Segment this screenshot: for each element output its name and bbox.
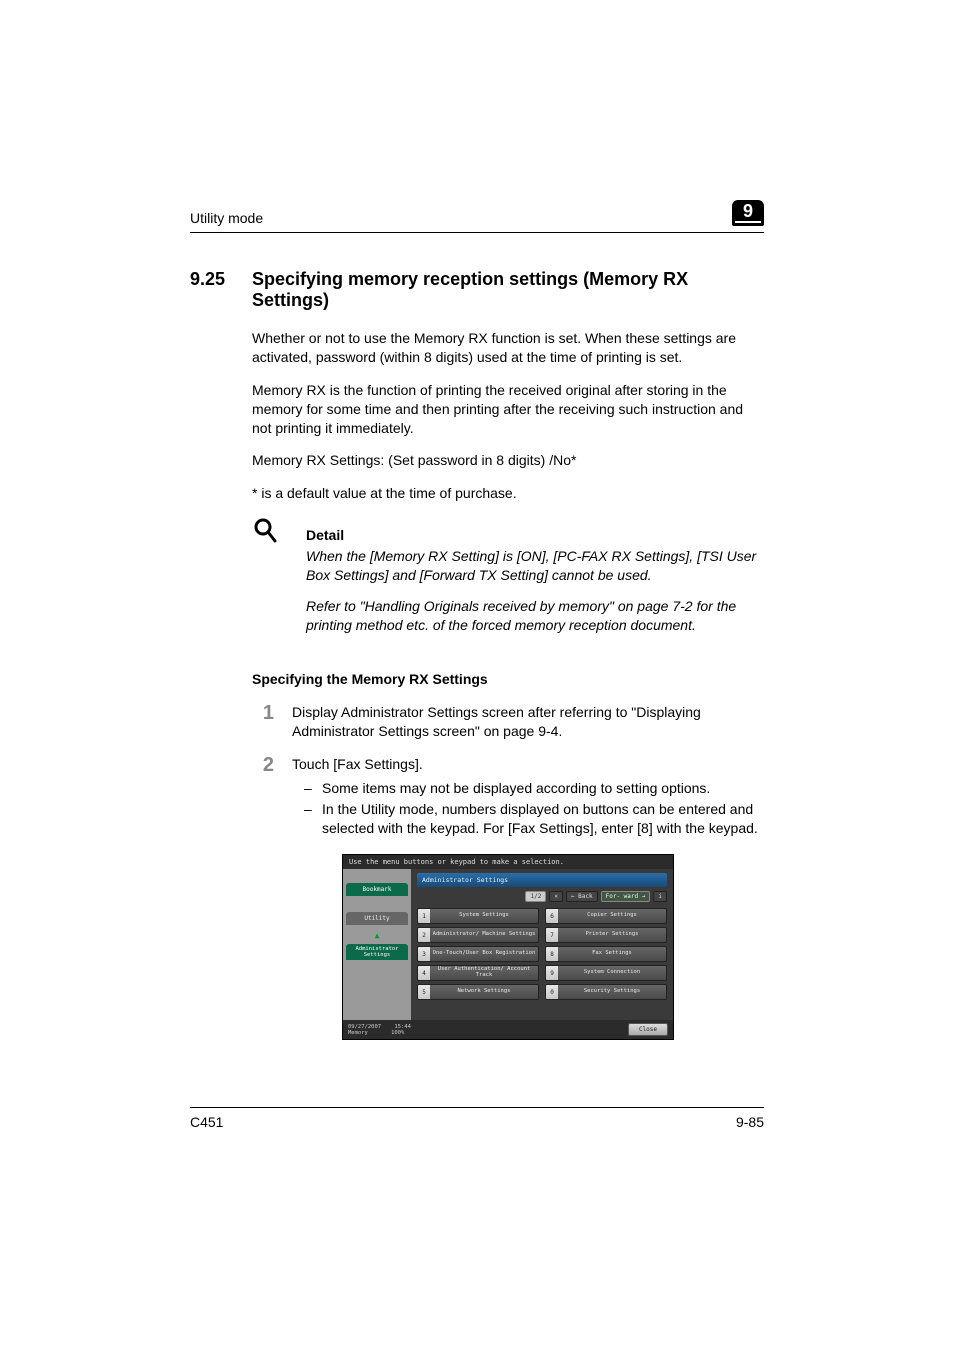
section-title: Specifying memory reception settings (Me… — [252, 269, 764, 311]
page-footer: C451 9-85 — [190, 1107, 764, 1130]
arrow-up-icon: ▲ — [346, 931, 408, 940]
paragraph: Memory RX is the function of printing th… — [252, 381, 764, 438]
shot-nav: 1/2 × ← Back For- ward → i — [417, 891, 667, 902]
running-head-left: Utility mode — [190, 210, 263, 226]
menu-security-settings[interactable]: 0Security Settings — [545, 984, 667, 1000]
shot-footer: 09/27/2007 15:44 Memory 100% Close — [343, 1020, 673, 1039]
back-button[interactable]: ← Back — [566, 891, 598, 902]
menu-network-settings[interactable]: 5Network Settings — [417, 984, 539, 1000]
detail-paragraph: When the [Memory RX Setting] is [ON], [P… — [306, 547, 764, 585]
tab-utility[interactable]: Utility — [346, 912, 408, 925]
detail-heading: Detail — [306, 527, 764, 543]
magnifier-icon — [252, 517, 278, 549]
close-x-icon[interactable]: × — [549, 891, 563, 902]
shot-sidebar: Bookmark Utility ▲ Administrator Setting… — [343, 869, 411, 1020]
shot-content: Administrator Settings 1/2 × ← Back For-… — [411, 869, 673, 1020]
paragraph: Whether or not to use the Memory RX func… — [252, 329, 764, 367]
menu-fax-settings[interactable]: 8Fax Settings — [545, 946, 667, 962]
chapter-number-badge: 9 — [732, 200, 764, 226]
step-text: Touch [Fax Settings]. — [292, 756, 423, 772]
sublist-item: Some items may not be displayed accordin… — [292, 779, 764, 798]
paragraph: * is a default value at the time of purc… — [252, 484, 764, 503]
info-icon[interactable]: i — [653, 891, 667, 902]
close-button[interactable]: Close — [628, 1023, 668, 1036]
menu-user-auth-account[interactable]: 4User Authentication/ Account Track — [417, 965, 539, 981]
menu-admin-machine-settings[interactable]: 2Administrator/ Machine Settings — [417, 927, 539, 943]
footer-model: C451 — [190, 1114, 223, 1130]
detail-paragraph: Refer to "Handling Originals received by… — [306, 597, 764, 635]
sub-heading: Specifying the Memory RX Settings — [252, 671, 764, 687]
step-number: 1 — [252, 703, 274, 741]
document-page: Utility mode 9 9.25 Specifying memory re… — [0, 0, 954, 1350]
paragraph: Memory RX Settings: (Set password in 8 d… — [252, 451, 764, 470]
shot-menu-grid: 1System Settings 6Copier Settings 2Admin… — [417, 908, 667, 1000]
tab-bookmark[interactable]: Bookmark — [346, 883, 408, 896]
sublist-item: In the Utility mode, numbers displayed o… — [292, 800, 764, 838]
step-sublist: Some items may not be displayed accordin… — [292, 779, 764, 838]
menu-printer-settings[interactable]: 7Printer Settings — [545, 927, 667, 943]
shot-memory-label: Memory — [348, 1030, 368, 1036]
shot-instruction: Use the menu buttons or keypad to make a… — [343, 855, 673, 869]
forward-button[interactable]: For- ward → — [601, 891, 651, 902]
shot-memory-pct: 100% — [391, 1030, 404, 1036]
footer-page-number: 9-85 — [736, 1114, 764, 1130]
menu-copier-settings[interactable]: 6Copier Settings — [545, 908, 667, 924]
menu-system-settings[interactable]: 1System Settings — [417, 908, 539, 924]
section-heading: 9.25 Specifying memory reception setting… — [190, 269, 764, 311]
page-indicator: 1/2 — [525, 891, 546, 902]
step-1: 1 Display Administrator Settings screen … — [252, 703, 764, 741]
shot-title: Administrator Settings — [417, 873, 667, 887]
step-2: 2 Touch [Fax Settings]. Some items may n… — [252, 755, 764, 841]
step-text: Display Administrator Settings screen af… — [292, 703, 764, 741]
running-head: Utility mode 9 — [190, 200, 764, 233]
step-number: 2 — [252, 755, 274, 841]
tab-administrator-settings[interactable]: Administrator Settings — [346, 944, 408, 960]
detail-callout: Detail When the [Memory RX Setting] is [… — [252, 517, 764, 647]
menu-system-connection[interactable]: 9System Connection — [545, 965, 667, 981]
menu-user-box-registration[interactable]: 3One-Touch/User Box Registration — [417, 946, 539, 962]
section-body: Whether or not to use the Memory RX func… — [252, 329, 764, 1040]
admin-settings-screenshot: Use the menu buttons or keypad to make a… — [342, 854, 674, 1040]
section-number: 9.25 — [190, 269, 236, 311]
